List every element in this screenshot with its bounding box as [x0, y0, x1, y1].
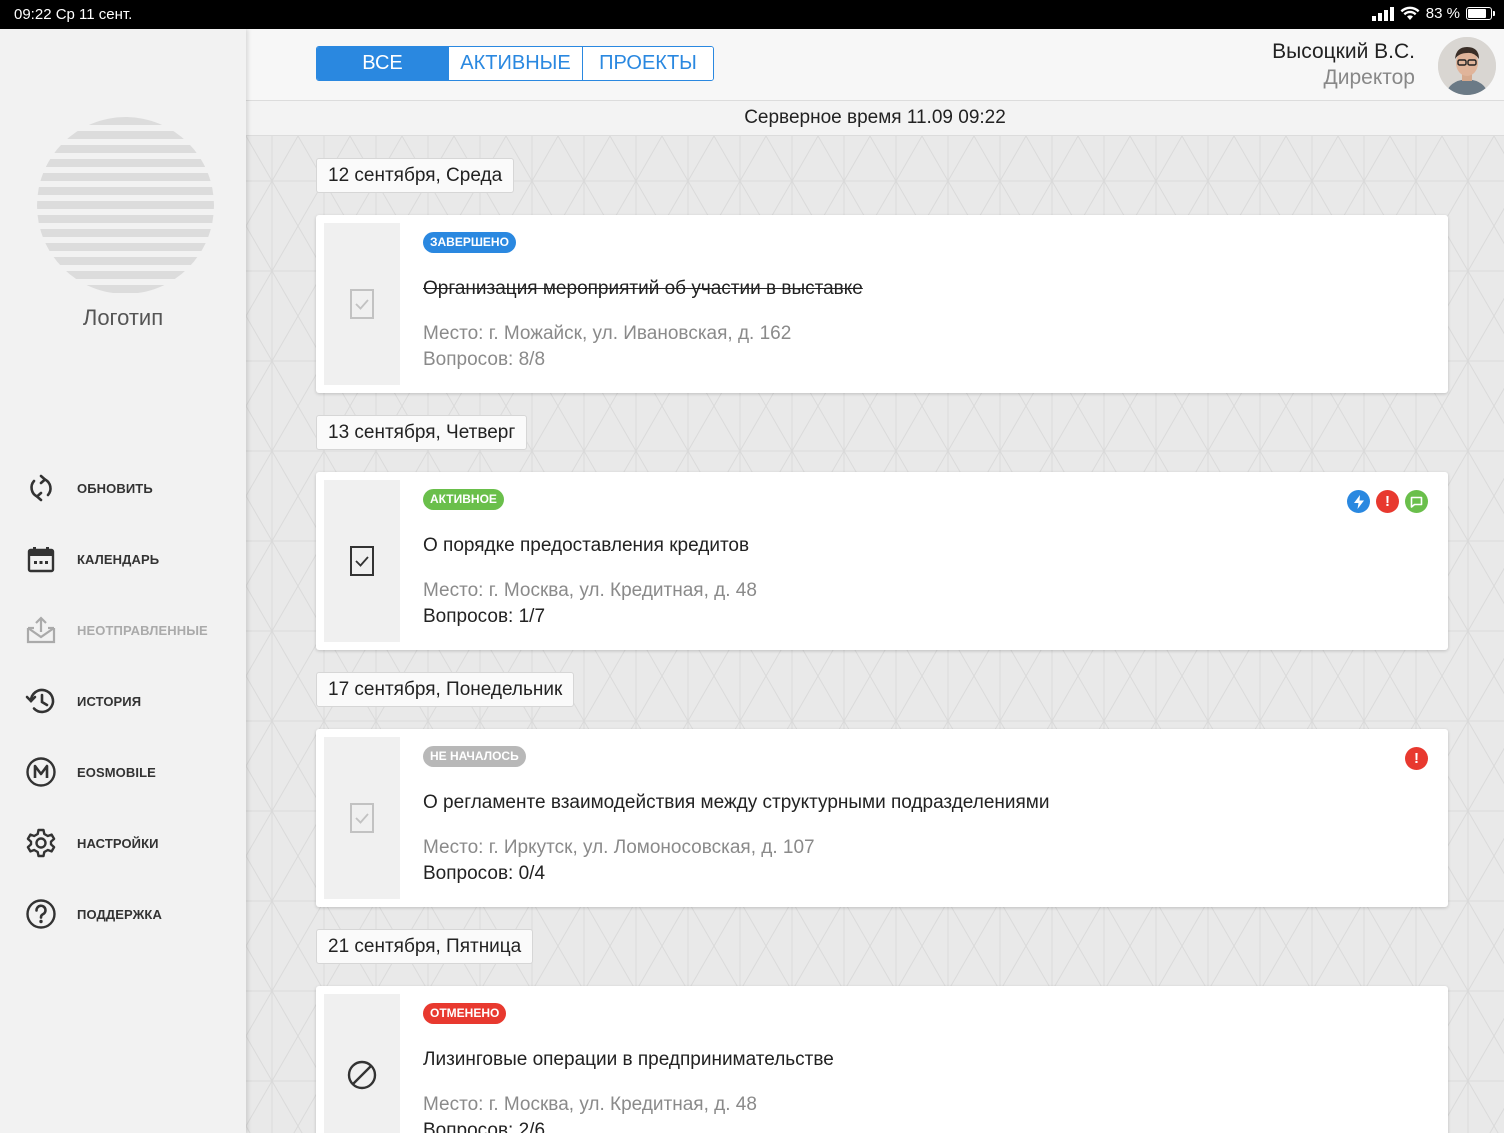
meeting-card[interactable]: ОТМЕНЕНО Лизинговые операции в предприни…: [316, 986, 1448, 1133]
checkbox-icon: [324, 737, 400, 899]
user-name: Высоцкий В.С.: [1272, 40, 1415, 63]
sidebar-item-history[interactable]: ИСТОРИЯ: [24, 683, 141, 719]
meeting-card[interactable]: НЕ НАЧАЛОСЬ ! О регламенте взаимодействи…: [316, 729, 1448, 907]
status-indicators: 83 %: [1371, 5, 1495, 22]
meeting-title: Организация мероприятий об участии в выс…: [423, 278, 863, 299]
help-icon: [24, 897, 58, 931]
tab-active[interactable]: АКТИВНЫЕ: [448, 47, 582, 80]
date-header: 12 сентября, Среда: [316, 158, 515, 193]
sidebar-item-label: EOSMOBILE: [77, 764, 156, 780]
meeting-place: Место: г. Можайск, ул. Ивановская, д. 16…: [423, 323, 792, 344]
sidebar-item-support[interactable]: ПОДДЕРЖКА: [24, 896, 162, 932]
tab-all[interactable]: ВСЕ: [317, 47, 448, 80]
logo-label: Логотип: [82, 305, 164, 330]
alert-icon: !: [1405, 747, 1428, 770]
server-time: Серверное время 11.09 09:22: [246, 100, 1504, 136]
sidebar-item-refresh[interactable]: ОБНОВИТЬ: [24, 470, 153, 506]
sidebar-item-settings[interactable]: НАСТРОЙКИ: [24, 825, 159, 861]
checkbox-icon: [324, 480, 400, 642]
meeting-title: Лизинговые операции в предпринимательств…: [423, 1049, 834, 1070]
card-indicators: !: [1347, 490, 1428, 513]
outbox-icon: [24, 613, 58, 647]
chat-icon: [1405, 490, 1428, 513]
avatar[interactable]: [1438, 37, 1496, 95]
meeting-card[interactable]: АКТИВНОЕ ! О порядке предоставления кред…: [316, 472, 1448, 650]
date-header: 13 сентября, Четверг: [316, 415, 528, 450]
status-time: 09:22 Ср 11 сент.: [14, 6, 133, 23]
gear-icon: [24, 826, 58, 860]
sidebar-item-label: ПОДДЕРЖКА: [77, 906, 162, 922]
history-icon: [24, 684, 58, 718]
sidebar-item-label: ОБНОВИТЬ: [77, 480, 153, 496]
checkbox-icon: [324, 223, 400, 385]
meeting-card[interactable]: ЗАВЕРШЕНО Организация мероприятий об уча…: [316, 215, 1448, 393]
signal-icon: [1371, 6, 1394, 21]
sidebar-item-label: НАСТРОЙКИ: [77, 835, 159, 851]
sidebar-item-calendar[interactable]: КАЛЕНДАРЬ: [24, 541, 159, 577]
sidebar-item-eosmobile[interactable]: EOSMOBILE: [24, 754, 156, 790]
meeting-title: О регламенте взаимодействия между структ…: [423, 792, 1050, 813]
meeting-title: О порядке предоставления кредитов: [423, 535, 750, 556]
tab-projects[interactable]: ПРОЕКТЫ: [582, 47, 713, 80]
cancelled-icon: [324, 994, 400, 1133]
m-circle-icon: [24, 755, 58, 789]
meeting-questions: Вопросов: 0/4: [423, 863, 546, 884]
meeting-questions: Вопросов: 8/8: [423, 349, 546, 370]
status-badge: АКТИВНОЕ: [423, 489, 504, 510]
status-badge: ЗАВЕРШЕНО: [423, 232, 516, 253]
date-header: 17 сентября, Понедельник: [316, 672, 575, 707]
sidebar-item-unsent[interactable]: НЕОТПРАВЛЕННЫЕ: [24, 612, 208, 648]
sidebar-item-label: ИСТОРИЯ: [77, 693, 142, 709]
meeting-place: Место: г. Иркутск, ул. Ломоносовская, д.…: [423, 837, 815, 858]
sidebar-item-label: КАЛЕНДАРЬ: [77, 551, 160, 567]
status-badge: НЕ НАЧАЛОСЬ: [423, 746, 526, 767]
status-bar: 09:22 Ср 11 сент. 83 %: [0, 0, 1504, 29]
user-role: Директор: [1323, 66, 1415, 89]
status-badge: ОТМЕНЕНО: [423, 1003, 507, 1024]
meeting-place: Место: г. Москва, ул. Кредитная, д. 48: [423, 1094, 757, 1115]
date-header: 21 сентября, Пятница: [316, 929, 534, 964]
refresh-icon: [24, 471, 58, 505]
filter-tabs: ВСЕ АКТИВНЫЕ ПРОЕКТЫ: [316, 46, 714, 81]
battery-percent: 83 %: [1425, 5, 1460, 22]
card-indicators: !: [1405, 747, 1428, 770]
wifi-icon: [1400, 6, 1420, 20]
sidebar-item-label: НЕОТПРАВЛЕННЫЕ: [77, 622, 208, 638]
meeting-questions: Вопросов: 1/7: [423, 606, 546, 627]
lightning-icon: [1347, 490, 1370, 513]
meetings-list[interactable]: 12 сентября, Среда ЗАВЕРШЕНО Организация…: [246, 136, 1504, 1133]
meeting-place: Место: г. Москва, ул. Кредитная, д. 48: [423, 580, 757, 601]
alert-icon: !: [1376, 490, 1399, 513]
meeting-questions: Вопросов: 2/6: [423, 1120, 546, 1133]
calendar-icon: [24, 542, 58, 576]
header: ВСЕ АКТИВНЫЕ ПРОЕКТЫ Высоцкий В.С. Дирек…: [246, 29, 1504, 100]
sidebar: Логотип ОБНОВИТЬ КАЛЕНДАРЬ НЕОТПРАВЛЕННЫ…: [0, 29, 246, 1133]
battery-icon: [1466, 7, 1495, 20]
logo-image: [37, 117, 214, 294]
